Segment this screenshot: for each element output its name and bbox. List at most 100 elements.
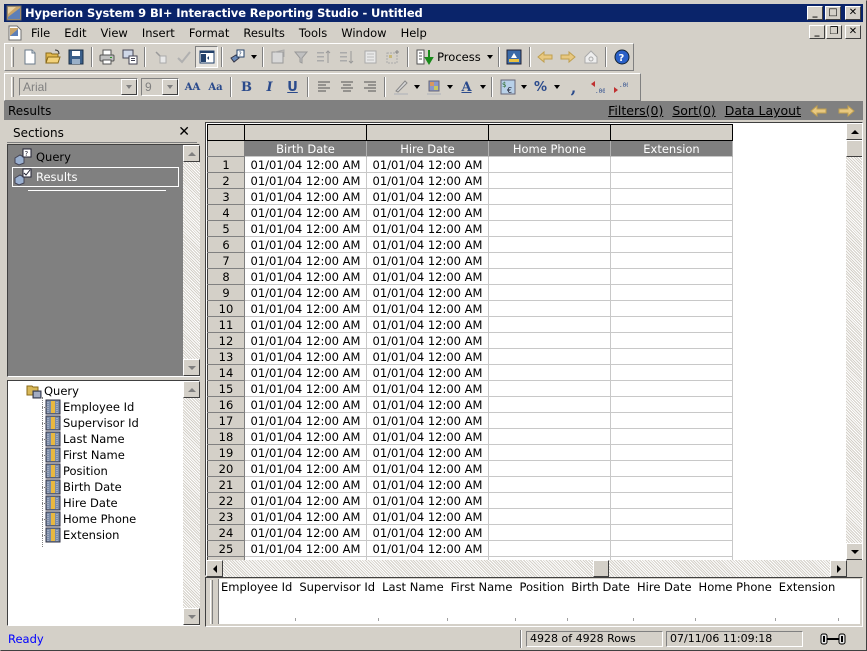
column-list-item[interactable]: Last Name — [382, 580, 448, 623]
table-cell[interactable] — [488, 540, 611, 557]
close-button[interactable]: ✕ — [845, 6, 861, 20]
row-number[interactable]: 19 — [207, 444, 245, 461]
tree-item[interactable]: Hire Date — [42, 495, 118, 511]
row-number[interactable]: 25 — [207, 540, 245, 557]
paste-button[interactable] — [149, 46, 172, 68]
column-list-item[interactable]: Position — [519, 580, 568, 623]
table-cell[interactable]: 01/01/04 12:00 AM — [244, 396, 367, 413]
italic-button[interactable]: I — [258, 76, 281, 98]
table-cell[interactable]: 01/01/04 12:00 AM — [366, 220, 489, 237]
table-cell[interactable] — [488, 332, 611, 349]
table-cell[interactable] — [610, 300, 733, 317]
menu-format[interactable]: Format — [182, 26, 237, 40]
close-sections-icon[interactable]: ✕ — [178, 124, 190, 140]
table-cell[interactable] — [610, 268, 733, 285]
scroll-down-button[interactable] — [846, 543, 862, 560]
tree-item[interactable]: Supervisor Id — [42, 415, 139, 431]
sort-link[interactable]: Sort(0) — [672, 103, 715, 118]
table-cell[interactable]: 01/01/04 12:00 AM — [366, 268, 489, 285]
table-cell[interactable]: 01/01/04 12:00 AM — [244, 364, 367, 381]
menu-results[interactable]: Results — [236, 26, 292, 40]
column-list-item[interactable]: First Name — [451, 580, 517, 623]
tree-item[interactable]: Last Name — [42, 431, 125, 447]
process-dropdown[interactable] — [485, 46, 495, 68]
print-preview-button[interactable] — [119, 46, 142, 68]
column-list-item[interactable]: Supervisor Id — [299, 580, 379, 623]
table-cell[interactable]: 01/01/04 12:00 AM — [366, 412, 489, 429]
table-cell[interactable] — [488, 460, 611, 477]
menu-file[interactable]: File — [29, 26, 57, 40]
line-color-button[interactable] — [389, 76, 412, 98]
table-cell[interactable]: 01/01/04 12:00 AM — [244, 188, 367, 205]
table-cell[interactable]: 01/01/04 12:00 AM — [244, 284, 367, 301]
row-number[interactable]: 13 — [207, 348, 245, 365]
vertical-scroll-thumb[interactable] — [846, 140, 862, 157]
table-cell[interactable] — [610, 508, 733, 525]
column-header[interactable]: Hire Date — [366, 140, 489, 157]
row-number[interactable]: 6 — [207, 236, 245, 253]
scroll-right-button[interactable] — [830, 560, 847, 577]
row-number[interactable]: 9 — [207, 284, 245, 301]
table-cell[interactable]: 01/01/04 12:00 AM — [366, 460, 489, 477]
document-minimize-button[interactable]: _ — [809, 25, 825, 39]
table-cell[interactable] — [488, 156, 611, 173]
row-number[interactable]: 7 — [207, 252, 245, 269]
table-cell[interactable]: 01/01/04 12:00 AM — [366, 300, 489, 317]
table-cell[interactable]: 01/01/04 12:00 AM — [366, 492, 489, 509]
menu-help[interactable]: Help — [394, 26, 434, 40]
filters-link[interactable]: Filters(0) — [608, 103, 663, 118]
line-color-dropdown[interactable] — [412, 76, 422, 98]
table-cell[interactable]: 01/01/04 12:00 AM — [244, 268, 367, 285]
section-pane-button[interactable] — [195, 46, 219, 68]
row-number[interactable]: 24 — [207, 524, 245, 541]
column-list-item[interactable]: Home Phone — [699, 580, 777, 623]
fill-color-dropdown[interactable] — [445, 76, 455, 98]
increase-decimal-button[interactable]: .00 — [608, 76, 631, 98]
table-cell[interactable] — [488, 476, 611, 493]
table-cell[interactable] — [610, 444, 733, 461]
table-cell[interactable]: 01/01/04 12:00 AM — [244, 220, 367, 237]
grid-horizontal-scrollbar[interactable] — [206, 560, 847, 577]
percent-button[interactable]: % — [529, 76, 552, 98]
document-restore-button[interactable]: ❐ — [826, 25, 842, 39]
scroll-up-button[interactable] — [183, 145, 200, 162]
row-number[interactable]: 8 — [207, 268, 245, 285]
table-cell[interactable] — [610, 348, 733, 365]
open-button[interactable] — [42, 46, 65, 68]
table-cell[interactable]: 01/01/04 12:00 AM — [366, 444, 489, 461]
table-cell[interactable] — [488, 380, 611, 397]
table-cell[interactable]: 01/01/04 12:00 AM — [244, 332, 367, 349]
column-list-item[interactable]: Hire Date — [637, 580, 696, 623]
table-cell[interactable]: 01/01/04 12:00 AM — [244, 252, 367, 269]
insert-section-button[interactable]: ? — [226, 46, 249, 68]
grid-corner[interactable] — [207, 124, 245, 141]
check-button[interactable] — [172, 46, 195, 68]
column-list-item[interactable]: Extension — [779, 580, 840, 623]
column-selector[interactable] — [244, 124, 367, 141]
table-cell[interactable] — [488, 188, 611, 205]
tree-scrollbar[interactable] — [183, 381, 200, 625]
table-cell[interactable]: 01/01/04 12:00 AM — [244, 348, 367, 365]
percent-dropdown[interactable] — [552, 76, 562, 98]
row-number[interactable]: 20 — [207, 460, 245, 477]
column-list-item[interactable]: Employee Id — [221, 580, 297, 623]
toolbar-grip[interactable] — [11, 47, 14, 67]
tree-item[interactable]: Home Phone — [42, 511, 136, 527]
column-header[interactable]: Extension — [610, 140, 733, 157]
column-selector[interactable] — [366, 124, 489, 141]
row-number[interactable]: 15 — [207, 380, 245, 397]
table-cell[interactable] — [610, 412, 733, 429]
table-cell[interactable] — [488, 412, 611, 429]
table-cell[interactable]: 01/01/04 12:00 AM — [366, 252, 489, 269]
row-number[interactable]: 11 — [207, 316, 245, 333]
back-button[interactable] — [534, 46, 557, 68]
table-cell[interactable] — [610, 220, 733, 237]
table-cell[interactable] — [610, 524, 733, 541]
column-list-grip[interactable] — [210, 580, 213, 624]
scroll-up-button[interactable] — [846, 123, 862, 140]
hide-pane-arrow-icon[interactable] — [810, 104, 828, 117]
table-cell[interactable] — [610, 540, 733, 557]
underline-button[interactable]: U — [281, 76, 304, 98]
tree-item[interactable]: First Name — [42, 447, 125, 463]
table-cell[interactable] — [488, 268, 611, 285]
